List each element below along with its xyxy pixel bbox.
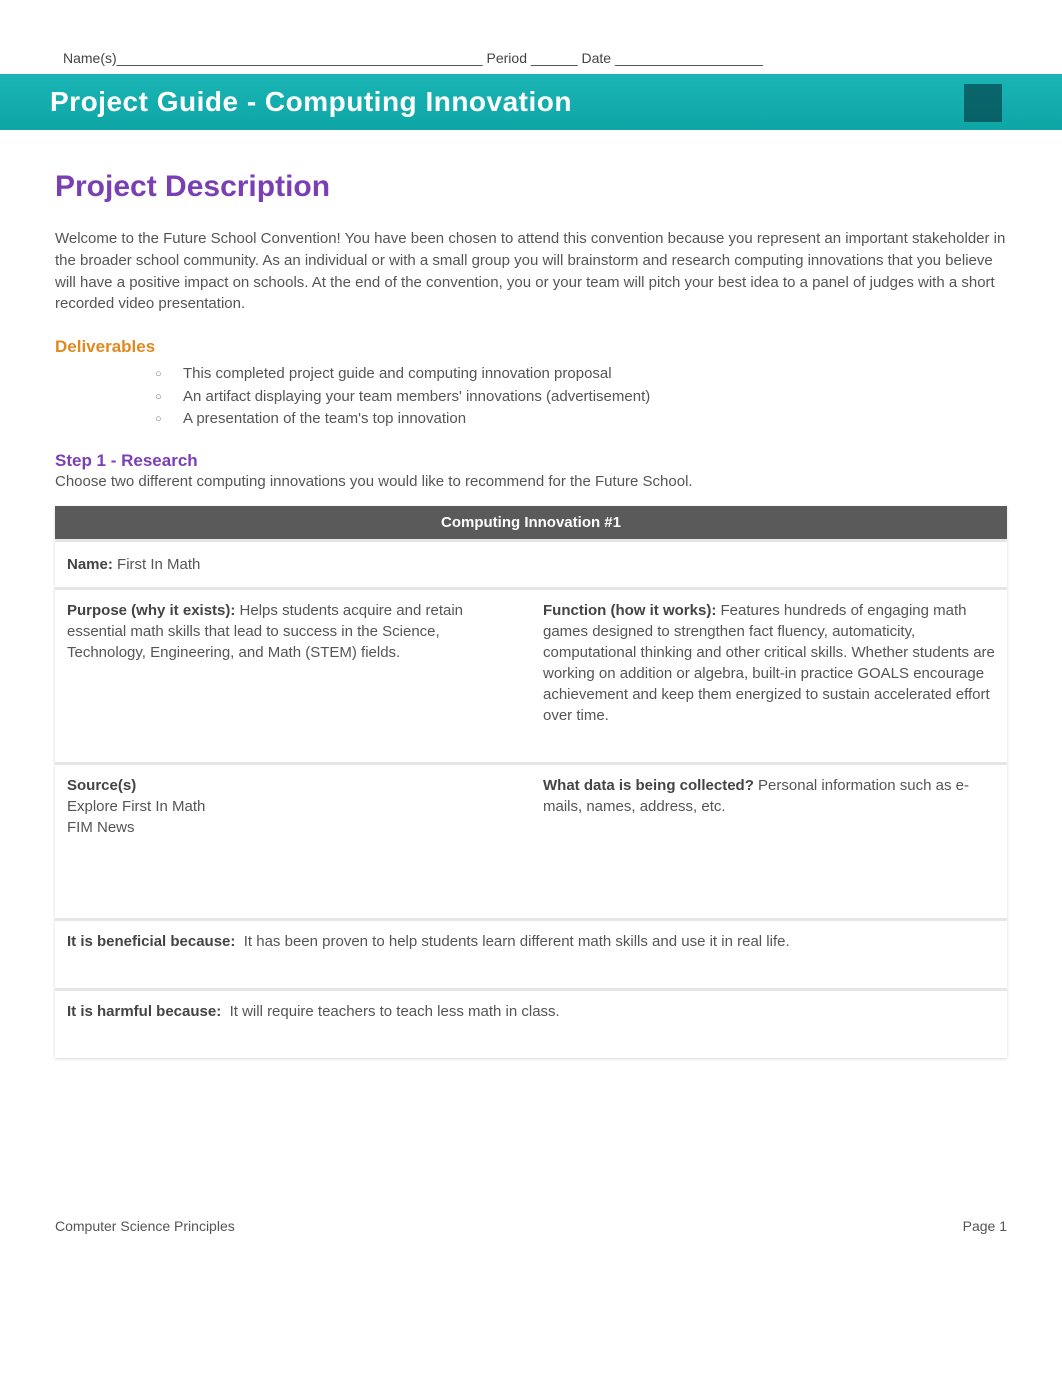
beneficial-label: It is beneficial because:	[67, 933, 235, 950]
innovation-table: Computing Innovation #1 Name: First In M…	[55, 506, 1007, 1058]
list-item: This completed project guide and computi…	[155, 363, 1007, 386]
banner-title: Project Guide - Computing Innovation	[50, 86, 1062, 118]
intro-paragraph: Welcome to the Future School Convention!…	[55, 228, 1007, 315]
beneficial-cell: It is beneficial because: It has been pr…	[55, 918, 1007, 988]
names-label: Name(s)	[63, 50, 117, 66]
name-label: Name:	[67, 556, 113, 573]
harmful-text: It will require teachers to teach less m…	[230, 1003, 560, 1020]
sources-cell: Source(s) Explore First In Math FIM News	[55, 762, 531, 918]
period-label: Period	[487, 50, 527, 66]
purpose-cell: Purpose (why it exists): Helps students …	[55, 587, 531, 762]
date-line: ___________________	[615, 50, 763, 66]
list-item: A presentation of the team's top innovat…	[155, 408, 1007, 431]
footer-left: Computer Science Principles	[55, 1218, 235, 1234]
sources-label: Source(s)	[67, 777, 136, 794]
harmful-cell: It is harmful because: It will require t…	[55, 988, 1007, 1058]
beneficial-text: It has been proven to help students lear…	[244, 933, 790, 950]
names-line: ________________________________________…	[117, 50, 483, 66]
data-label: What data is being collected?	[543, 777, 754, 794]
footer-right: Page 1	[963, 1218, 1007, 1234]
deliverables-heading: Deliverables	[55, 337, 1007, 357]
name-cell: Name: First In Math	[55, 539, 1007, 587]
source-line: FIM News	[67, 819, 135, 836]
section-title: Project Description	[55, 170, 1007, 204]
list-item: An artifact displaying your team members…	[155, 386, 1007, 409]
deliverables-list: This completed project guide and computi…	[155, 363, 1007, 431]
page-footer: Computer Science Principles Page 1	[55, 1218, 1007, 1234]
date-label: Date	[581, 50, 611, 66]
banner-logo-box	[964, 84, 1002, 122]
function-cell: Function (how it works): Features hundre…	[531, 587, 1007, 762]
name-value: First In Math	[117, 556, 200, 573]
period-line: ______	[531, 50, 578, 66]
title-banner: Project Guide - Computing Innovation	[0, 74, 1062, 130]
source-line: Explore First In Math	[67, 798, 205, 815]
header-fields: Name(s)_________________________________…	[63, 50, 1007, 66]
step1-heading: Step 1 - Research	[55, 451, 1007, 471]
step1-subtext: Choose two different computing innovatio…	[55, 473, 1007, 490]
function-label: Function (how it works):	[543, 602, 716, 619]
data-cell: What data is being collected? Personal i…	[531, 762, 1007, 918]
purpose-label: Purpose (why it exists):	[67, 602, 235, 619]
function-text: Features hundreds of engaging math games…	[543, 602, 995, 724]
harmful-label: It is harmful because:	[67, 1003, 221, 1020]
table-header: Computing Innovation #1	[55, 506, 1007, 539]
